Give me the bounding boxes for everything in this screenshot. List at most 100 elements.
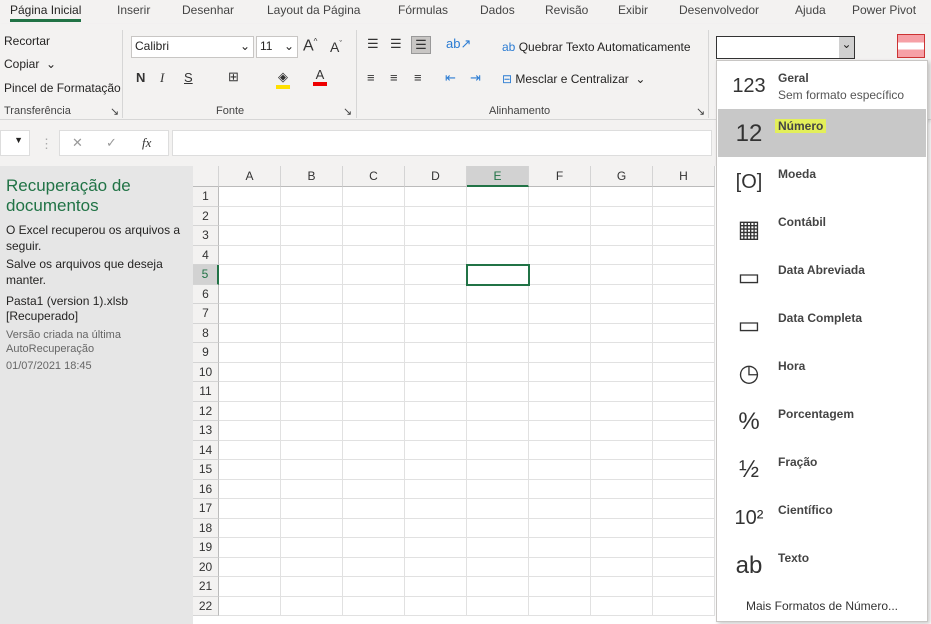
format-option-label: Contábil — [778, 215, 826, 229]
row-header[interactable]: 6 — [193, 284, 219, 304]
tab-6[interactable]: Revisão — [545, 3, 588, 17]
name-box[interactable]: ▼ — [0, 130, 30, 156]
copy-button[interactable]: Copiar — [4, 57, 39, 71]
column-header[interactable]: C — [343, 166, 405, 187]
column-header[interactable]: E — [467, 166, 529, 187]
format-option-label: Data Completa — [778, 311, 862, 325]
row-header[interactable]: 17 — [193, 499, 219, 519]
tab-8[interactable]: Desenvolvedor — [679, 3, 759, 17]
orientation-icon[interactable]: ab↗ — [446, 36, 471, 52]
tab-4[interactable]: Fórmulas — [398, 3, 448, 17]
format-option-6[interactable]: ◷ Hora — [718, 349, 926, 397]
row-header[interactable]: 19 — [193, 538, 219, 558]
increase-font-icon[interactable]: A^ — [303, 37, 317, 55]
format-option-label: Geral — [778, 71, 809, 85]
bold-button[interactable]: N — [136, 70, 145, 85]
column-header[interactable]: H — [653, 166, 715, 187]
row-header[interactable]: 13 — [193, 421, 219, 441]
align-right-icon[interactable]: ≡ — [414, 70, 422, 85]
column-header[interactable]: A — [219, 166, 281, 187]
wrap-text-button[interactable]: ab Quebrar Texto Automaticamente — [502, 40, 691, 54]
format-option-2[interactable]: [O] Moeda — [718, 157, 926, 205]
enter-icon[interactable]: ✓ — [106, 135, 117, 151]
align-middle-icon[interactable]: ☰ — [390, 36, 402, 52]
selected-cell[interactable] — [466, 264, 530, 286]
row-header[interactable]: 20 — [193, 557, 219, 577]
more-number-formats-link[interactable]: Mais Formatos de Número... — [717, 599, 927, 613]
recovered-file[interactable]: Pasta1 (version 1).xlsb [Recuperado] — [6, 294, 188, 324]
italic-button[interactable]: I — [160, 70, 164, 86]
tab-3[interactable]: Layout da Página — [267, 3, 360, 17]
tab-10[interactable]: Power Pivot — [852, 3, 916, 17]
decrease-indent-icon[interactable]: ⇤ — [445, 70, 456, 86]
insert-function-icon[interactable]: fx — [142, 135, 151, 151]
row-header[interactable]: 11 — [193, 382, 219, 402]
number-format-input[interactable]: ⌄ — [716, 36, 855, 59]
font-color-icon[interactable]: A — [313, 67, 327, 86]
column-header[interactable]: B — [281, 166, 343, 187]
format-option-0[interactable]: 123 Geral Sem formato específico — [718, 61, 926, 109]
decrease-font-icon[interactable]: Aˇ — [330, 39, 342, 55]
format-option-3[interactable]: ▦ Contábil — [718, 205, 926, 253]
fill-color-icon[interactable]: ◈ — [276, 69, 290, 89]
tab-1[interactable]: Inserir — [117, 3, 150, 17]
gridline — [342, 187, 343, 616]
row-header[interactable]: 2 — [193, 206, 219, 226]
merge-center-button[interactable]: ⊟ Mesclar e Centralizar ⌄ — [502, 72, 646, 86]
tab-2[interactable]: Desenhar — [182, 3, 234, 17]
font-name-select[interactable]: Calibri ⌄ — [131, 36, 254, 58]
increase-indent-icon[interactable]: ⇥ — [470, 70, 481, 86]
row-header[interactable]: 5 — [193, 265, 219, 285]
row-header[interactable]: 4 — [193, 245, 219, 265]
row-header[interactable]: 1 — [193, 187, 219, 207]
column-header[interactable]: F — [529, 166, 591, 187]
format-option-4[interactable]: ▭ Data Abreviada — [718, 253, 926, 301]
formula-input[interactable] — [172, 130, 712, 156]
align-center-icon[interactable]: ≡ — [390, 70, 398, 85]
row-header[interactable]: 3 — [193, 226, 219, 246]
dialog-launcher-icon[interactable]: ↘ — [696, 105, 705, 118]
format-option-10[interactable]: ab Texto — [718, 541, 926, 589]
row-header[interactable]: 18 — [193, 518, 219, 538]
fraction-icon: ½ — [738, 456, 759, 483]
format-option-7[interactable]: % Porcentagem — [718, 397, 926, 445]
format-painter-button[interactable]: Pincel de Formatação — [4, 81, 121, 95]
tab-5[interactable]: Dados — [480, 3, 515, 17]
align-left-icon[interactable]: ≡ — [367, 70, 375, 85]
format-option-8[interactable]: ½ Fração — [718, 445, 926, 493]
tab-7[interactable]: Exibir — [618, 3, 648, 17]
row-header[interactable]: 22 — [193, 596, 219, 616]
column-header[interactable]: D — [405, 166, 467, 187]
column-header[interactable]: G — [591, 166, 653, 187]
row-header[interactable]: 21 — [193, 577, 219, 597]
recovery-line1: O Excel recuperou os arquivos a seguir. — [6, 223, 181, 253]
format-option-9[interactable]: 10² Científico — [718, 493, 926, 541]
select-all-corner[interactable] — [193, 166, 219, 187]
spreadsheet-grid[interactable]: A B C D E F G H 1 2 3 4 5 6 7 8 9 10 11 12 13 14 15 16 17 18 19 20 2… — [193, 166, 716, 624]
dialog-launcher-icon[interactable]: ↘ — [343, 105, 352, 118]
borders-icon[interactable]: ⊞ — [228, 69, 239, 85]
row-header[interactable]: 16 — [193, 479, 219, 499]
gridline — [590, 187, 591, 616]
tab-9[interactable]: Ajuda — [795, 3, 826, 17]
row-header[interactable]: 9 — [193, 343, 219, 363]
row-header[interactable]: 10 — [193, 362, 219, 382]
chevron-down-icon[interactable]: ⌄ — [46, 57, 56, 71]
row-header[interactable]: 15 — [193, 460, 219, 480]
align-top-icon[interactable]: ☰ — [367, 36, 379, 52]
row-header[interactable]: 14 — [193, 440, 219, 460]
format-option-1[interactable]: 12 Número — [718, 109, 926, 157]
format-option-5[interactable]: ▭ Data Completa — [718, 301, 926, 349]
row-header[interactable]: 12 — [193, 401, 219, 421]
row-header[interactable]: 8 — [193, 323, 219, 343]
alignment-group-label: Alinhamento — [489, 105, 551, 117]
underline-button[interactable]: S — [184, 70, 193, 85]
tab-0[interactable]: Página Inicial — [10, 3, 82, 22]
cut-button[interactable]: Recortar — [4, 34, 50, 48]
cancel-icon[interactable]: ✕ — [72, 135, 83, 151]
conditional-formatting-icon[interactable] — [897, 34, 925, 58]
row-header[interactable]: 7 — [193, 304, 219, 324]
align-bottom-icon[interactable]: ☰ — [411, 36, 431, 54]
dialog-launcher-icon[interactable]: ↘ — [110, 105, 119, 118]
font-size-select[interactable]: 11 ⌄ — [256, 36, 298, 58]
